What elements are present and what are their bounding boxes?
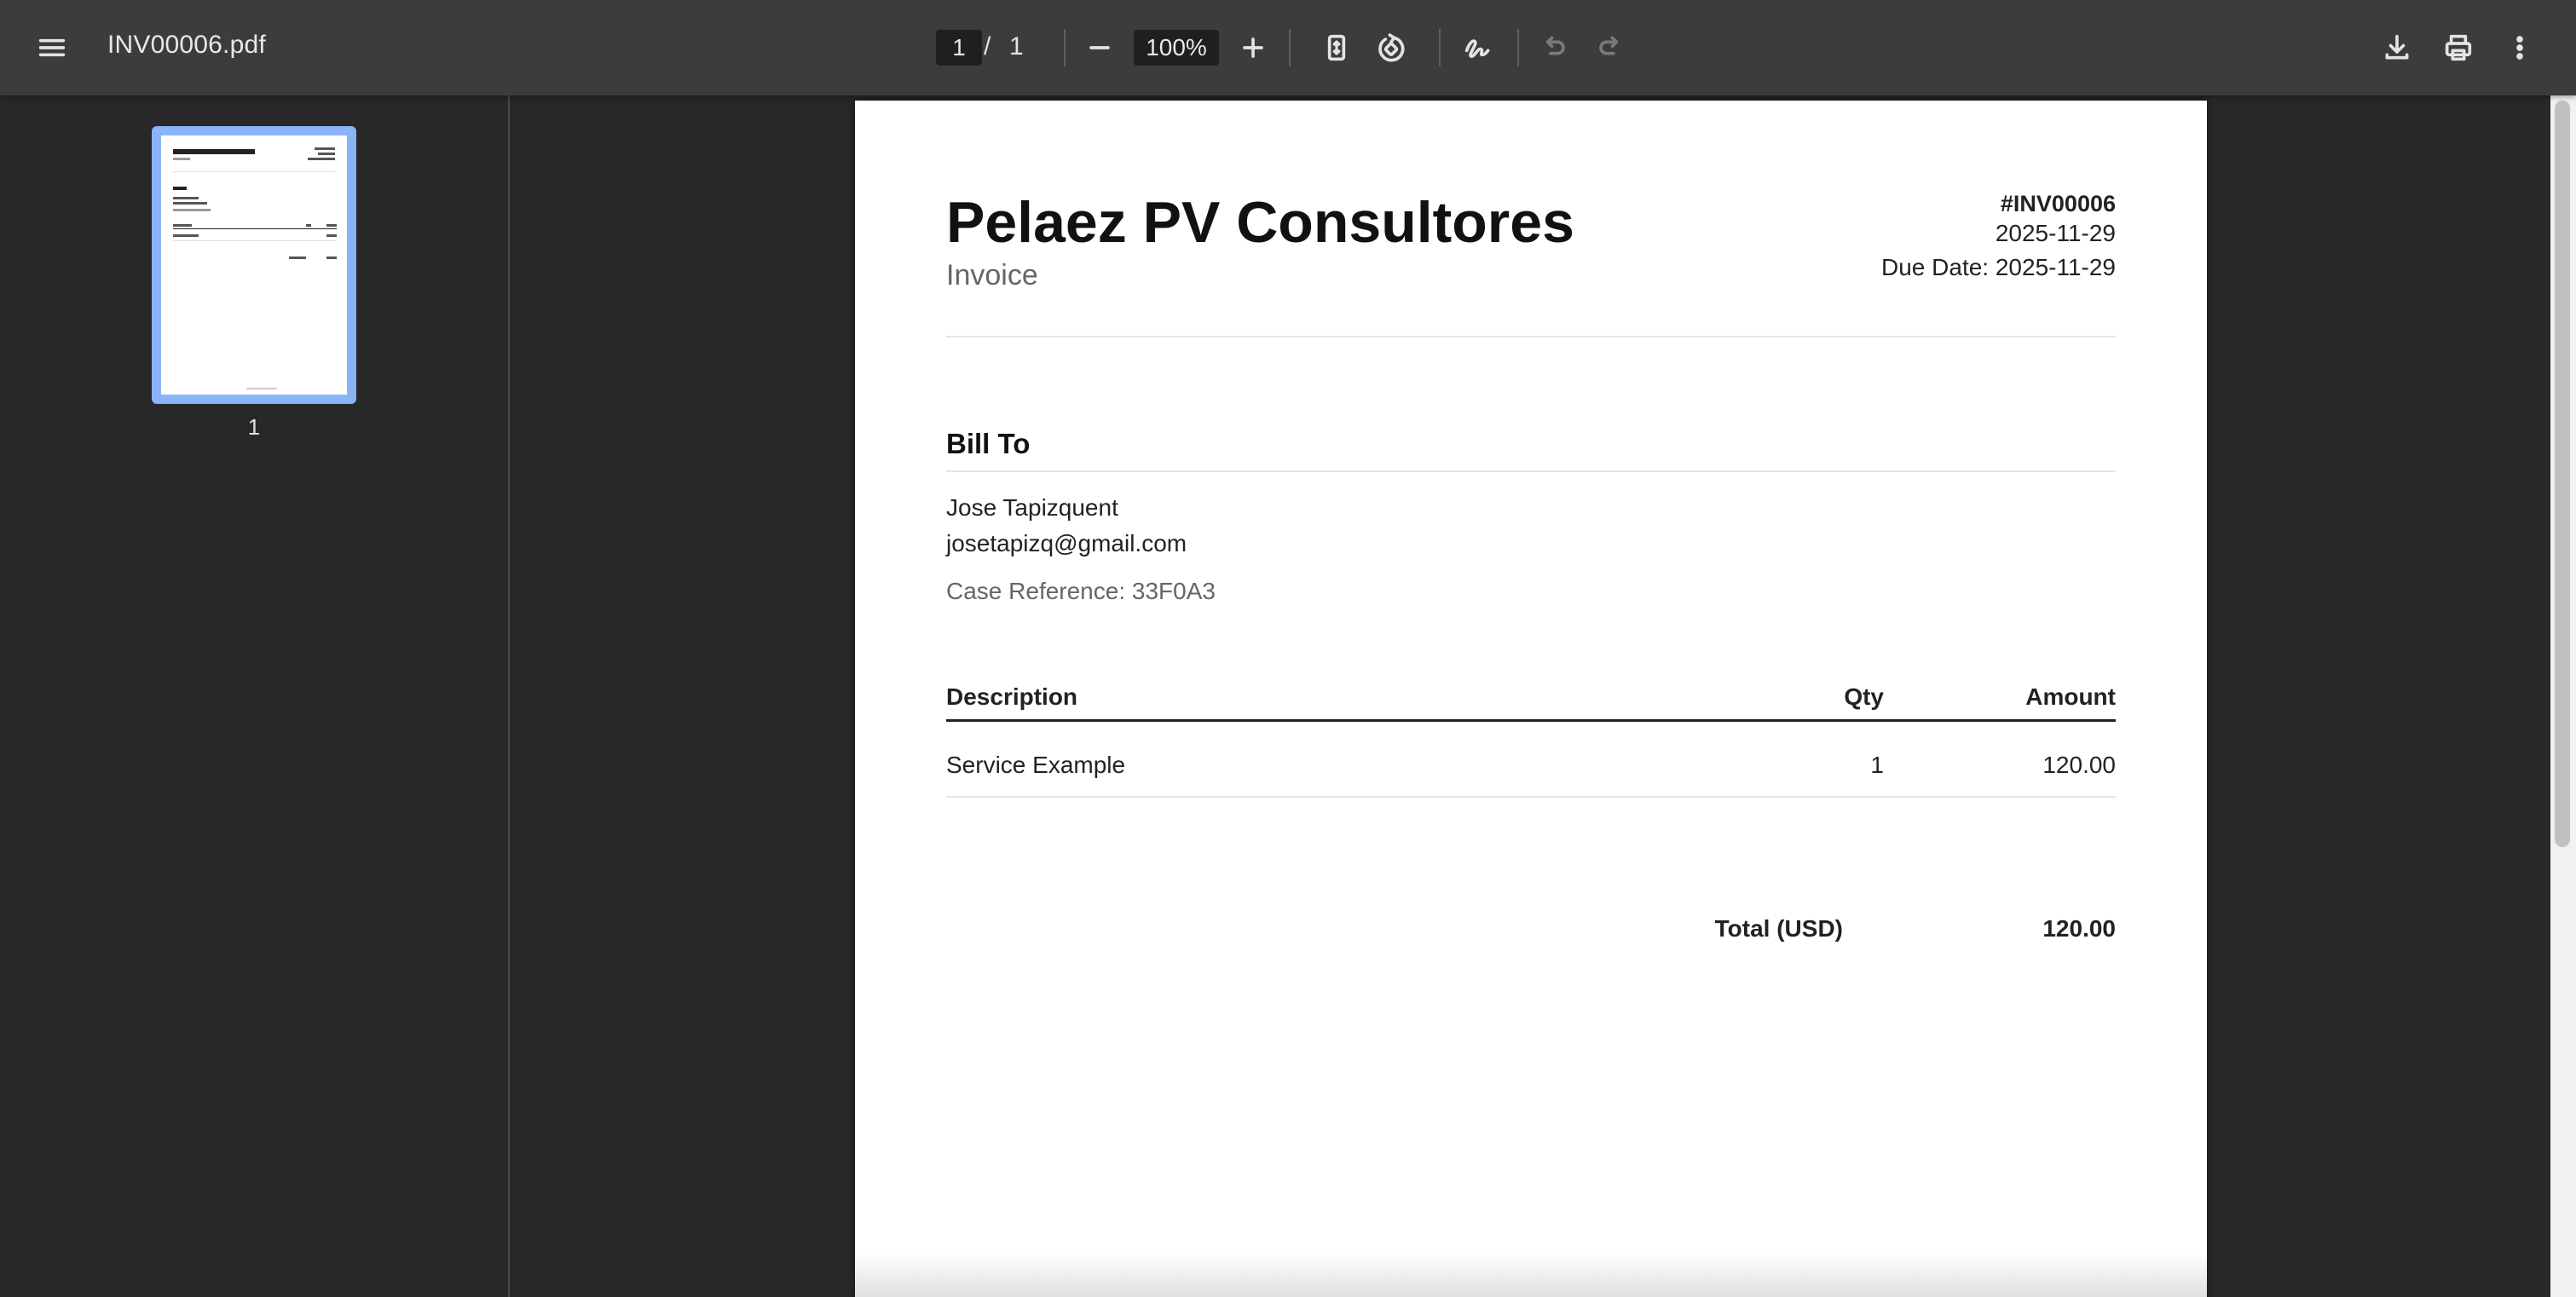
client-name: Jose Tapizquent bbox=[946, 494, 1118, 521]
company-name: Pelaez PV Consultores bbox=[946, 190, 1574, 255]
download-button[interactable] bbox=[2371, 22, 2423, 73]
line-item-amount: 120.00 bbox=[2042, 752, 2116, 778]
toolbar-divider bbox=[1289, 29, 1291, 66]
more-vert-icon bbox=[2516, 36, 2523, 60]
print-icon bbox=[2445, 34, 2472, 61]
line-item-description: Service Example bbox=[946, 752, 1126, 778]
rotate-button[interactable] bbox=[1366, 22, 1417, 73]
thumbnail-sidebar: 1 bbox=[0, 95, 510, 1297]
page-bottom-fade bbox=[855, 1253, 2207, 1297]
total-value: 120.00 bbox=[2042, 915, 2116, 942]
scrollbar-thumb[interactable] bbox=[2555, 101, 2570, 847]
total-label: Total (USD) bbox=[1714, 915, 1843, 942]
document-type: Invoice bbox=[946, 259, 1038, 291]
thumbnail-page-number: 1 bbox=[247, 414, 261, 440]
invoice-date: 2025-11-29 bbox=[1995, 220, 2116, 246]
print-button[interactable] bbox=[2433, 22, 2484, 73]
bill-to-divider bbox=[946, 470, 2116, 472]
page-separator: / bbox=[984, 32, 991, 61]
menu-icon[interactable] bbox=[26, 22, 78, 73]
zoom-out-icon bbox=[1089, 46, 1110, 49]
toolbar-divider bbox=[1064, 29, 1066, 66]
zoom-out-button[interactable] bbox=[1074, 22, 1125, 73]
total-pages: 1 bbox=[1009, 32, 1024, 61]
download-icon bbox=[2385, 34, 2409, 60]
page-number-input[interactable]: 1 bbox=[936, 30, 982, 66]
document-title: INV00006.pdf bbox=[107, 31, 266, 59]
toolbar-divider bbox=[1517, 29, 1519, 66]
column-header-qty: Qty bbox=[1844, 683, 1884, 710]
page-thumbnail[interactable] bbox=[152, 126, 356, 404]
line-item-qty: 1 bbox=[1870, 752, 1884, 778]
bill-to-heading: Bill To bbox=[946, 428, 1031, 459]
fit-page-icon bbox=[1327, 34, 1346, 61]
zoom-input[interactable]: 100% bbox=[1134, 30, 1219, 66]
header-divider bbox=[946, 336, 2116, 337]
undo-button[interactable] bbox=[1529, 22, 1580, 73]
zoom-in-button[interactable] bbox=[1227, 22, 1279, 73]
column-header-description: Description bbox=[946, 683, 1078, 710]
case-reference: Case Reference: 33F0A3 bbox=[946, 578, 1216, 604]
toolbar-divider bbox=[1439, 29, 1441, 66]
table-row-rule bbox=[946, 796, 2116, 798]
rotate-icon bbox=[1378, 33, 1405, 62]
more-options-button[interactable] bbox=[2494, 22, 2545, 73]
annotate-icon bbox=[1464, 39, 1490, 58]
fit-page-button[interactable] bbox=[1311, 22, 1362, 73]
column-header-amount: Amount bbox=[2025, 683, 2116, 710]
undo-icon bbox=[1545, 36, 1565, 55]
invoice-number: #INV00006 bbox=[2000, 191, 2116, 216]
annotate-button[interactable] bbox=[1453, 22, 1504, 73]
invoice-due-date: Due Date: 2025-11-29 bbox=[1881, 254, 2116, 280]
pdf-page: Pelaez PV Consultores Invoice #INV00006 … bbox=[855, 101, 2207, 1297]
redo-icon bbox=[1599, 36, 1619, 55]
zoom-in-icon bbox=[1243, 37, 1263, 58]
table-header-rule bbox=[946, 719, 2116, 722]
client-email: josetapizq@gmail.com bbox=[946, 530, 1187, 556]
pdf-toolbar: INV00006.pdf 1 / 1 100% bbox=[0, 0, 2576, 95]
redo-button[interactable] bbox=[1584, 22, 1635, 73]
thumbnail-preview bbox=[161, 135, 347, 395]
